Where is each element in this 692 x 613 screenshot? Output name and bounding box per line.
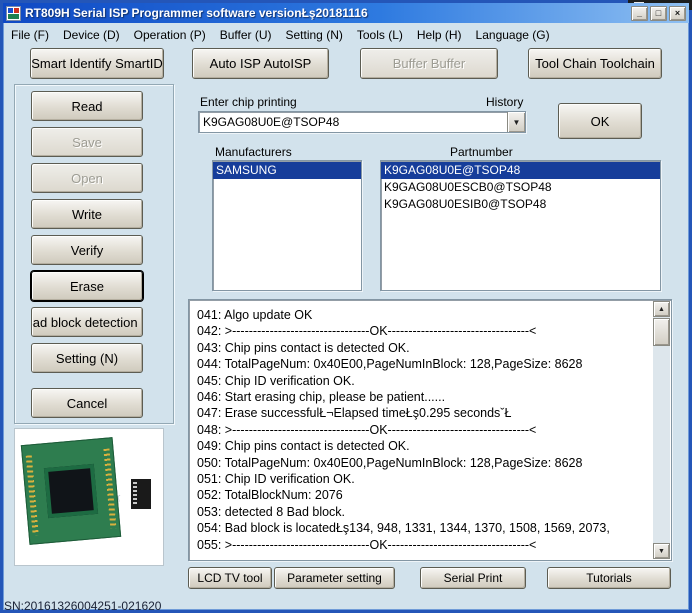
history-label: History (486, 95, 524, 109)
log-line: 052: TotalBlockNum: 2076 (197, 488, 343, 503)
smart-identify-button[interactable]: Smart Identify SmartID (30, 48, 164, 79)
app-window: RT809H Serial ISP Programmer software ve… (0, 0, 692, 613)
titlebar[interactable]: RT809H Serial ISP Programmer software ve… (3, 3, 689, 23)
lcd-tv-tool-button[interactable]: LCD TV tool (188, 567, 272, 589)
save-button: Save (31, 127, 143, 157)
log-line: 042: >---------------------------------O… (197, 324, 537, 339)
chevron-down-icon[interactable]: ▼ (507, 112, 525, 132)
log-line: 045: Chip ID verification OK. (197, 373, 355, 388)
maximize-button[interactable]: □ (650, 5, 667, 21)
manufacturers-label: Manufacturers (215, 145, 292, 159)
tutorials-button[interactable]: Tutorials (547, 567, 671, 589)
cancel-button[interactable]: Cancel (31, 388, 143, 418)
app-icon[interactable] (6, 5, 21, 21)
log-line: 054: Bad block is locatedŁş134, 948, 133… (197, 521, 610, 536)
log-line: 041: Algo update OK (197, 308, 313, 322)
manufacturer-item[interactable]: SAMSUNG (213, 162, 361, 179)
erase-button[interactable]: Erase (31, 271, 143, 301)
window-title: RT809H Serial ISP Programmer software ve… (25, 6, 368, 20)
partnumber-item[interactable]: K9GAG08U0ESIB0@TSOP48 (381, 196, 660, 213)
bad-block-detection-button[interactable]: Bad block detection B (31, 307, 143, 337)
write-button[interactable]: Write (31, 199, 143, 229)
menu-item[interactable]: Operation (P) (127, 26, 213, 44)
log-line: 050: TotalPageNum: 0x40E00,PageNumInBloc… (197, 455, 583, 470)
log-line: 046: Start erasing chip, please be patie… (197, 390, 446, 405)
scroll-down-icon[interactable]: ▼ (653, 543, 670, 559)
menu-item[interactable]: Device (D) (56, 26, 127, 44)
partnumber-item[interactable]: K9GAG08U0ESCB0@TSOP48 (381, 179, 660, 196)
menu-item[interactable]: Help (H) (410, 26, 469, 44)
pin-row-graphic (103, 448, 117, 529)
partnumber-list[interactable]: K9GAG08U0E@TSOP48 K9GAG08U0ESCB0@TSOP48 K9… (380, 160, 661, 291)
parameter-setting-button[interactable]: Parameter setting (274, 567, 395, 589)
device-photo: Universal Programmer (14, 428, 164, 566)
pin-header-pins-graphic (133, 482, 137, 506)
log-scrollbar[interactable]: ▲ ▼ (653, 301, 670, 559)
menu-bar: File (F) Device (D) Operation (P) Buffer (U… (4, 25, 688, 44)
auto-isp-button[interactable]: Auto ISP AutoISP (192, 48, 329, 79)
log-line: 048: >---------------------------------O… (197, 422, 537, 437)
operations-buttons: Read Save Open Write Verify Erase Bad block de… (31, 91, 143, 373)
serial-print-button[interactable]: Serial Print (420, 567, 526, 589)
ok-button[interactable]: OK (558, 103, 642, 139)
scrollbar-thumb[interactable] (653, 318, 670, 346)
verify-button[interactable]: Verify (31, 235, 143, 265)
manufacturers-list[interactable]: SAMSUNG (212, 160, 362, 291)
partnumber-label: Partnumber (450, 145, 513, 159)
menu-item[interactable]: Setting (N) (279, 26, 350, 44)
log-line: 049: Chip pins contact is detected OK. (197, 439, 410, 454)
open-button: Open (31, 163, 143, 193)
menu-item[interactable]: Tools (L) (350, 26, 410, 44)
buffer-button: Buffer Buffer (360, 48, 498, 79)
log-line: 051: Chip ID verification OK. (197, 472, 355, 487)
menu-item[interactable]: File (F) (4, 26, 56, 44)
pin-header-graphic (131, 479, 151, 509)
chip-combobox-value[interactable]: K9GAG08U0E@TSOP48 (199, 112, 507, 132)
pin-row-graphic (25, 455, 39, 536)
enter-chip-label: Enter chip printing (200, 95, 297, 109)
chip-combobox[interactable]: K9GAG08U0E@TSOP48 ▼ (198, 111, 526, 133)
close-button[interactable]: × (669, 5, 686, 21)
serial-number-text: SN:20161326004251-021620 (4, 599, 162, 613)
log-lines: 041: Algo update OK 042: >---------------… (189, 300, 652, 560)
log-output[interactable]: 041: Algo update OK 042: >---------------… (188, 299, 672, 561)
menu-item[interactable]: Language (G) (469, 26, 557, 44)
chip-socket-graphic (43, 463, 99, 519)
pcb-graphic (20, 437, 122, 545)
tool-chain-button[interactable]: Tool Chain Toolchain (528, 48, 662, 79)
scroll-up-icon[interactable]: ▲ (653, 301, 670, 317)
log-line: 043: Chip pins contact is detected OK. (197, 340, 410, 355)
log-line: 044: TotalPageNum: 0x40E00,PageNumInBloc… (197, 357, 583, 372)
minimize-button[interactable]: _ (631, 5, 648, 21)
log-line: 053: detected 8 Bad block. (197, 504, 346, 519)
log-line: 047: Erase successfulŁ¬Elapsed timeŁş0.2… (197, 406, 512, 421)
read-button[interactable]: Read (31, 91, 143, 121)
partnumber-item[interactable]: K9GAG08U0E@TSOP48 (381, 162, 660, 179)
menu-item[interactable]: Buffer (U) (213, 26, 279, 44)
log-line: 055: >---------------------------------O… (197, 537, 537, 552)
setting-button[interactable]: Setting (N) (31, 343, 143, 373)
